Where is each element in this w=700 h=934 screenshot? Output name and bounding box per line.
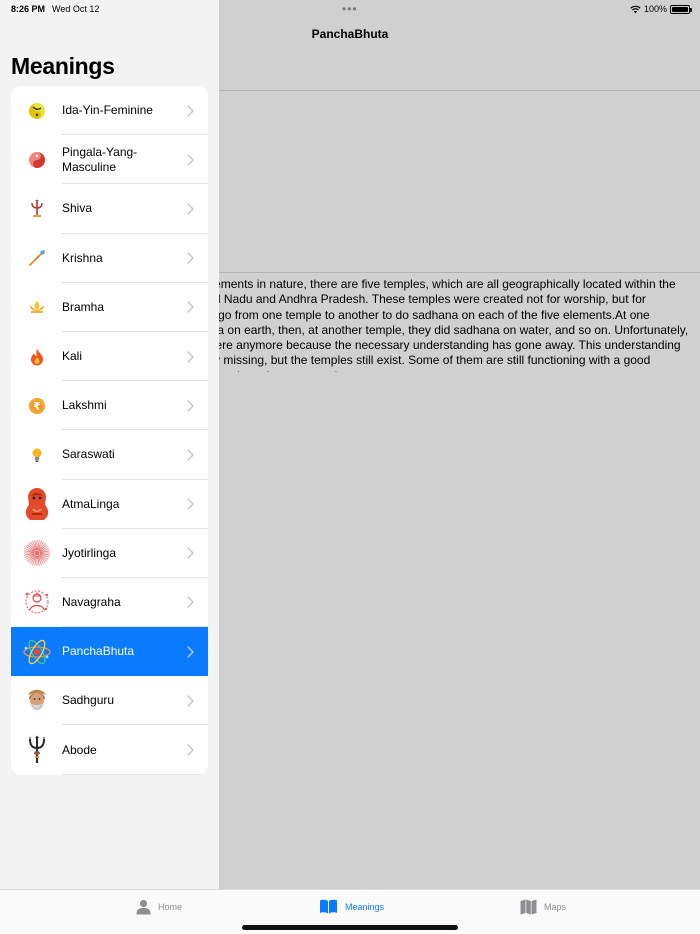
yin-icon: [11, 86, 62, 135]
sidebar: Meanings Ida-Yin-Feminine Pingala-Yang-Ma…: [0, 0, 219, 889]
lotus-icon: [11, 283, 62, 332]
chevron-right-icon: [187, 497, 197, 511]
meditating-figure-icon: [11, 480, 62, 529]
tab-bar: Home Meanings Maps: [0, 889, 700, 934]
sidebar-item-navagraha[interactable]: Navagraha: [11, 578, 208, 628]
chevron-right-icon: [187, 251, 197, 265]
sidebar-item-saraswati[interactable]: Saraswati: [11, 430, 208, 480]
battery-icon: [670, 4, 692, 14]
sidebar-item-panchabhuta[interactable]: PanchaBhuta: [11, 627, 208, 677]
chevron-right-icon: [187, 743, 197, 757]
home-indicator[interactable]: [242, 925, 458, 930]
status-time: 8:26 PM: [11, 4, 46, 14]
sidebar-item-jyotirlinga[interactable]: Jyotirlinga: [11, 529, 208, 578]
tab-meanings[interactable]: Meanings: [319, 899, 384, 914]
chevron-right-icon: [187, 350, 197, 364]
sidebar-item-kali[interactable]: Kali: [11, 332, 208, 382]
person-icon: [136, 899, 151, 915]
battery-percentage: 100%: [643, 4, 667, 14]
status-bar: 8:26 PM Wed Oct 12 ••• 100%: [0, 0, 700, 18]
sidebar-item-krishna[interactable]: Krishna: [11, 234, 208, 283]
book-icon: [320, 899, 337, 914]
sidebar-item-atmalinga[interactable]: AtmaLinga: [11, 480, 208, 529]
lightbulb-icon: [11, 430, 62, 479]
sidebar-item-ida-yin-feminine[interactable]: Ida-Yin-Feminine: [11, 86, 208, 136]
yang-icon: [11, 135, 62, 184]
sunburst-icon: [11, 529, 62, 578]
chevron-right-icon: [187, 546, 197, 560]
chevron-right-icon: [187, 399, 197, 413]
chevron-right-icon: [187, 153, 197, 167]
tab-home[interactable]: Home: [136, 899, 182, 915]
chevron-right-icon: [187, 202, 197, 216]
flame-icon: [11, 332, 62, 381]
sidebar-item-shiva[interactable]: Shiva: [11, 184, 208, 234]
tab-label: Meanings: [345, 901, 385, 912]
sidebar-title: Meanings: [11, 53, 115, 79]
meanings-list: Ida-Yin-Feminine Pingala-Yang-Masculine Sh…: [11, 86, 208, 775]
atom-icon: [11, 627, 62, 676]
sidebar-item-lakshmi[interactable]: ₹ Lakshmi: [11, 381, 208, 431]
wifi-icon: [630, 5, 641, 13]
navagraha-figure-icon: [11, 578, 62, 627]
multitasking-dots[interactable]: •••: [342, 2, 358, 16]
map-icon: [520, 899, 537, 915]
detail-divider: [219, 90, 700, 91]
abode-trident-icon: [11, 725, 62, 774]
battery-level: [672, 6, 688, 12]
tab-label: Home: [158, 902, 183, 912]
sidebar-item-abode[interactable]: Abode: [11, 725, 208, 775]
chevron-right-icon: [187, 595, 197, 609]
sidebar-item-pingala-yang-masculine[interactable]: Pingala-Yang-Masculine: [11, 135, 208, 185]
trident-icon: [11, 184, 62, 233]
tab-label: Maps: [544, 902, 567, 912]
detail-text-clip: Just as there are five elements in natur…: [212, 277, 690, 372]
tab-maps[interactable]: Maps: [520, 899, 566, 915]
chevron-right-icon: [187, 300, 197, 314]
status-right: 100%: [630, 4, 692, 14]
chevron-right-icon: [187, 104, 197, 118]
detail-divider: [219, 272, 700, 273]
sadhguru-portrait-icon: [11, 676, 62, 725]
rupee-coin-icon: ₹: [11, 381, 62, 430]
status-date: Wed Oct 12: [52, 4, 100, 14]
flute-icon: [11, 234, 62, 283]
sidebar-item-bramha[interactable]: Bramha: [11, 283, 208, 332]
svg-text:₹: ₹: [33, 400, 41, 413]
sidebar-item-sadhguru[interactable]: Sadhguru: [11, 676, 208, 726]
detail-description: Just as there are five elements in natur…: [212, 277, 689, 372]
chevron-right-icon: [187, 694, 197, 708]
row-divider: [62, 773, 208, 775]
chevron-right-icon: [187, 448, 197, 462]
chevron-right-icon: [187, 645, 197, 659]
